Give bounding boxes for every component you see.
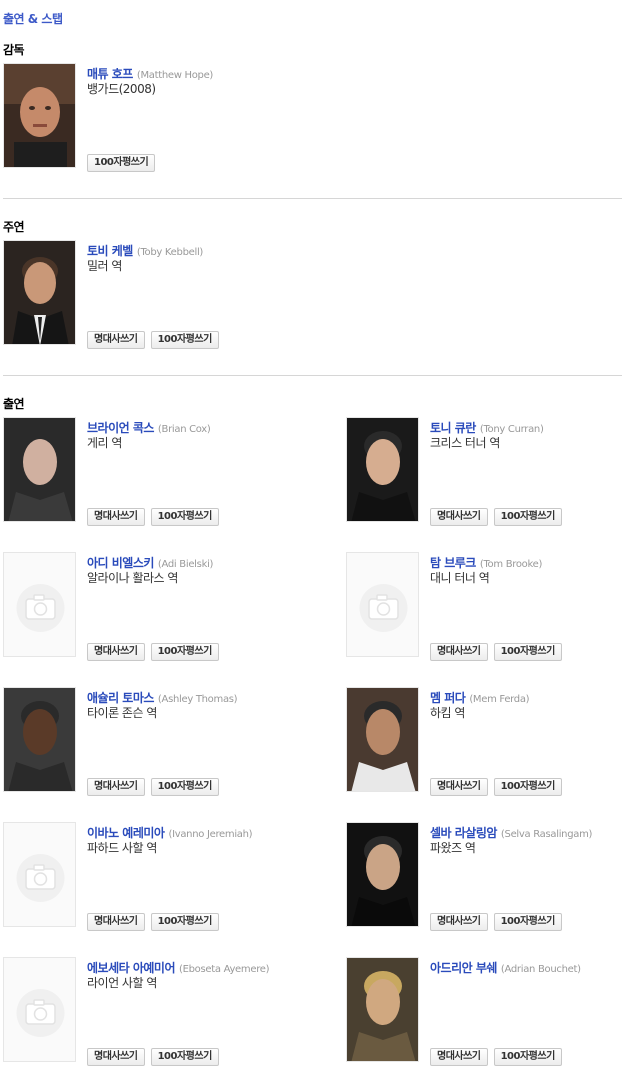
person-photo[interactable] [346,417,419,522]
review-button[interactable]: 100자평쓰기 [493,1048,562,1066]
cast-role: 게리 역 [87,436,122,450]
review-button[interactable]: 100자평쓰기 [150,913,219,931]
person-photo[interactable] [346,822,419,927]
quote-button[interactable]: 명대사쓰기 [430,778,488,796]
quote-button[interactable]: 명대사쓰기 [87,643,145,661]
cast-role: 크리스 터너 역 [430,436,500,450]
director-name[interactable]: 매튜 호프 [87,67,133,81]
quote-button[interactable]: 명대사쓰기 [87,778,145,796]
cast-name[interactable]: 브라이언 콕스 [87,421,154,435]
quote-button[interactable]: 명대사쓰기 [430,508,488,526]
review-button[interactable]: 100자평쓰기 [150,778,219,796]
cast-card: 토니 큐란 (Tony Curran) 크리스 터너 역 명대사쓰기 100자평쓰기 [346,417,622,526]
cast-name-en: (Ivanno Jeremiah) [168,829,253,840]
review-button[interactable]: 100자평쓰기 [493,778,562,796]
cast-name[interactable]: 탐 브루크 [430,556,476,570]
director-filmography: 뱅가드(2008) [87,82,156,96]
cast-name-en: (Brian Cox) [157,424,211,435]
person-photo[interactable] [3,417,76,522]
cast-name[interactable]: 이바노 예레미아 [87,826,165,840]
page-title: 출연 & 스탭 [3,12,63,26]
cast-name[interactable]: 셀바 라살링암 [430,826,497,840]
quote-button[interactable]: 명대사쓰기 [87,331,145,349]
person-photo[interactable] [346,957,419,1062]
cast-name[interactable]: 토니 큐란 [430,421,476,435]
quote-button[interactable]: 명대사쓰기 [87,1048,145,1066]
cast-name-en: (Selva Rasalingam) [500,829,593,840]
cast-name-en: (Ashley Thomas) [157,694,238,705]
cast-name[interactable]: 멤 퍼다 [430,691,466,705]
review-button[interactable]: 100자평쓰기 [150,508,219,526]
camera-icon[interactable] [3,957,76,1062]
lead-name[interactable]: 토비 케벨 [87,244,133,258]
camera-icon[interactable] [3,822,76,927]
quote-button[interactable]: 명대사쓰기 [430,1048,488,1066]
review-button[interactable]: 100자평쓰기 [150,1048,219,1066]
lead-card: 토비 케벨 (Toby Kebbell) 밀러 역 명대사쓰기 100자평쓰기 [3,240,283,349]
cast-role: 대니 터너 역 [430,571,490,585]
person-photo[interactable] [346,687,419,792]
cast-name[interactable]: 아드리안 부쉐 [430,961,497,975]
review-button[interactable]: 100자평쓰기 [87,154,156,172]
cast-name[interactable]: 애슐리 토마스 [87,691,154,705]
cast-name-en: (Mem Ferda) [469,694,530,705]
cast-name[interactable]: 아디 비엘스키 [87,556,154,570]
cast-card: 브라이언 콕스 (Brian Cox) 게리 역명대사쓰기 100자평쓰기 [3,417,283,526]
review-button[interactable]: 100자평쓰기 [493,643,562,661]
cast-card: 에보세타 아예미어 (Eboseta Ayemere) 라이언 사할 역 명대사쓰기 … [3,957,283,1066]
person-photo[interactable] [3,687,76,792]
review-button[interactable]: 100자평쓰기 [493,508,562,526]
cast-card: 이바노 예레미아 (Ivanno Jeremiah) 파하드 사할 역명대사쓰기 1… [3,822,283,931]
camera-icon[interactable] [3,552,76,657]
cast-role: 파왔즈 역 [430,841,476,855]
cast-role: 파하드 사할 역 [87,841,157,855]
divider [3,375,622,376]
section-title-cast: 출연 [3,397,25,411]
person-photo[interactable] [3,63,76,168]
cast-card: 멤 퍼다 (Mem Ferda) 하킴 역명대사쓰기 100자평쓰기 [346,687,622,796]
cast-card: 탐 브루크 (Tom Brooke) 대니 터너 역 명대사쓰기 100자평쓰기 [346,552,622,661]
cast-name[interactable]: 에보세타 아예미어 [87,961,176,975]
lead-role: 밀러 역 [87,259,122,273]
divider [3,198,622,199]
lead-name-en: (Toby Kebbell) [136,247,204,258]
quote-button[interactable]: 명대사쓰기 [87,913,145,931]
cast-role: 타이론 존슨 역 [87,706,157,720]
review-button[interactable]: 100자평쓰기 [150,643,219,661]
cast-role: 라이언 사할 역 [87,976,157,990]
quote-button[interactable]: 명대사쓰기 [430,913,488,931]
review-button[interactable]: 100자평쓰기 [493,913,562,931]
cast-name-en: (Adrian Bouchet) [500,964,581,975]
cast-role: 알라이나 활라스 역 [87,571,178,585]
camera-icon[interactable] [346,552,419,657]
section-title-director: 감독 [3,43,25,57]
cast-card: 아디 비엘스키 (Adi Bielski) 알라이나 활라스 역 명대사쓰기 100자… [3,552,283,661]
person-photo[interactable] [3,240,76,345]
cast-card: 애슐리 토마스 (Ashley Thomas) 타이론 존슨 역명대사쓰기 100자… [3,687,283,796]
cast-card: 아드리안 부쉐 (Adrian Bouchet) 명대사쓰기 100자평쓰기 [346,957,622,1066]
section-title-lead: 주연 [3,220,25,234]
review-button[interactable]: 100자평쓰기 [150,331,219,349]
quote-button[interactable]: 명대사쓰기 [87,508,145,526]
quote-button[interactable]: 명대사쓰기 [430,643,488,661]
cast-card: 셀바 라살링암 (Selva Rasalingam) 파왔즈 역명대사쓰기 100자… [346,822,622,931]
cast-name-en: (Eboseta Ayemere) [179,964,270,975]
director-card: 매튜 호프 (Matthew Hope) 뱅가드(2008) 100자평쓰기 [3,63,283,172]
cast-role: 하킴 역 [430,706,465,720]
